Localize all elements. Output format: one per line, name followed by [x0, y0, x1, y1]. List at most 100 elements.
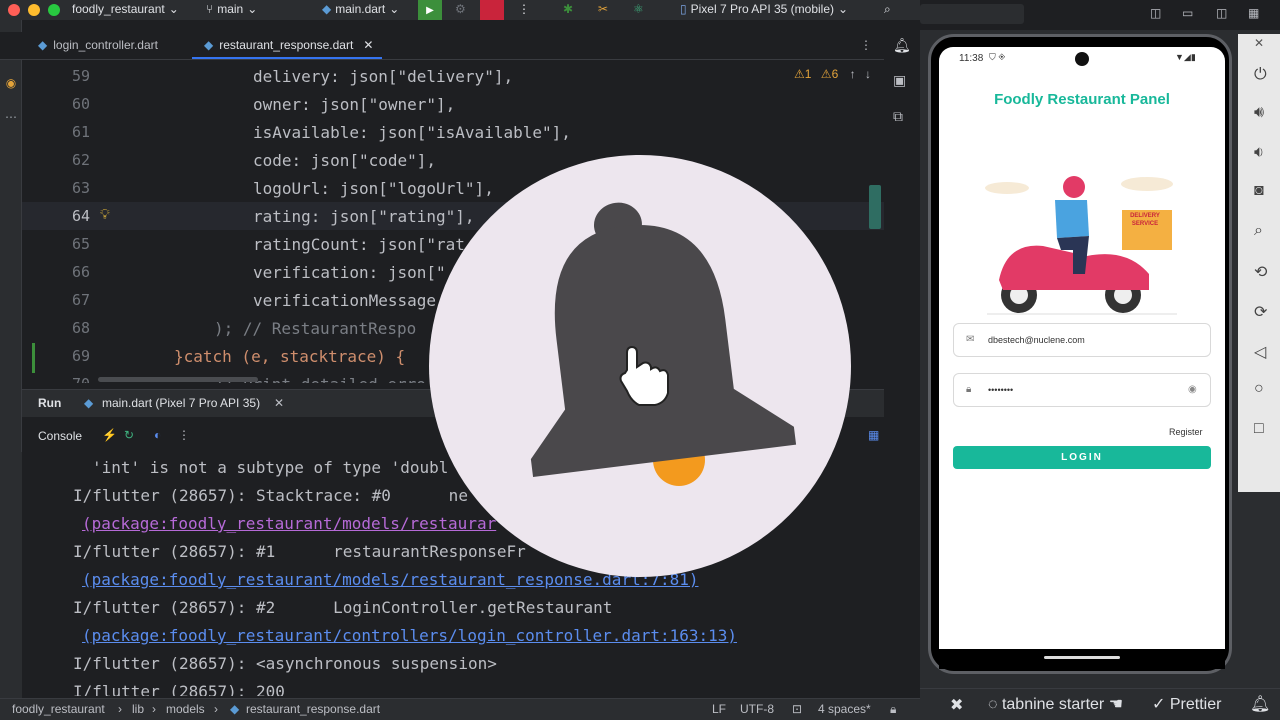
breadcrumb-models[interactable]: models [166, 702, 205, 716]
tab-restaurant-response[interactable]: ◆ restaurant_response.dart ✕ [204, 38, 373, 52]
email-value: dbestech@nuclene.com [988, 335, 1085, 345]
hot-restart-icon[interactable]: ↻ [124, 428, 134, 442]
home-gesture-bar[interactable] [1044, 656, 1120, 659]
lock-icon[interactable]: 🔒︎ [890, 702, 896, 717]
breadcrumb-project[interactable]: foodly_restaurant [12, 702, 105, 716]
minimize-window-button[interactable] [28, 4, 40, 16]
debug-button[interactable]: ⚙ [455, 2, 466, 16]
password-field[interactable]: 🔒︎ •••••••• ◉ [953, 373, 1211, 407]
project-name: foodly_restaurant [72, 2, 165, 16]
console-layout-icon[interactable]: ▦ [868, 428, 879, 442]
console-tab[interactable]: Console [38, 429, 82, 443]
layout-left-icon[interactable]: ◫ [1150, 6, 1161, 20]
next-highlight-icon[interactable]: ↓ [865, 67, 871, 81]
close-tab-icon[interactable]: ✕ [363, 38, 373, 52]
tab-label: login_controller.dart [53, 38, 158, 52]
close-emulator-icon[interactable]: ✕ [1254, 36, 1264, 50]
zoom-window-button[interactable] [48, 4, 60, 16]
rotate-left-icon[interactable]: ⟲ [1254, 262, 1267, 282]
run-button[interactable]: ▶ [418, 0, 442, 20]
more-actions-icon[interactable]: ⋮ [518, 2, 530, 16]
register-link[interactable]: Register [1169, 427, 1203, 437]
device-mirror-icon[interactable]: ⧉ [893, 108, 903, 125]
code-line: ); // RestaurantRespo [214, 319, 417, 338]
stop-button[interactable] [480, 0, 504, 20]
chevron-down-icon: ⌄ [389, 2, 400, 16]
vcs-change-marker [32, 343, 35, 373]
prev-highlight-icon[interactable]: ↑ [850, 67, 856, 81]
device-name: Pixel 7 Pro API 35 (mobile) [690, 2, 835, 16]
window-controls [8, 4, 60, 16]
layout-grid-icon[interactable]: ▦ [1248, 6, 1259, 20]
more-tools-icon[interactable]: ⋯ [3, 110, 19, 124]
box-label: DELIVERY SERVICE [1130, 213, 1160, 227]
run-config-tab[interactable]: main.dart (Pixel 7 Pro API 35) [102, 396, 260, 410]
tools-icon[interactable]: ✂ [598, 2, 608, 16]
scrollbar-thumb[interactable] [869, 185, 881, 229]
eye-icon[interactable]: ◉ [1188, 384, 1197, 395]
volume-up-icon[interactable]: 🔊︎ [1254, 104, 1264, 122]
rotate-right-icon[interactable]: ⟳ [1254, 302, 1267, 322]
console-line: I/flutter (28657): <asynchronous suspens… [73, 654, 497, 673]
email-field[interactable]: ✉ dbestech@nuclene.com [953, 323, 1211, 357]
bug-icon[interactable]: ✱ [563, 2, 573, 16]
flutter-icon: ◆ [322, 2, 332, 16]
cloud [1121, 177, 1173, 191]
commit-icon[interactable]: ◉ [3, 76, 19, 90]
tab-options-icon[interactable]: ⋮ [860, 38, 872, 52]
notifications-icon[interactable]: 🔔︎ [893, 37, 911, 54]
tabnine-status[interactable]: ◌ tabnine starter ☚ [988, 694, 1123, 714]
close-window-button[interactable] [8, 4, 20, 16]
console-more-icon[interactable]: ⋮ [178, 428, 190, 442]
volume-down-icon[interactable]: 🔉︎ [1254, 144, 1264, 162]
back-icon[interactable]: ◁ [1254, 342, 1266, 362]
notification-bell-overlay [429, 155, 851, 577]
console-line: I/flutter (28657): 200 [73, 682, 285, 696]
status-bar: foodly_restaurant › lib › models › ◆ res… [0, 698, 920, 720]
login-button[interactable]: LOGIN [953, 446, 1211, 469]
console-line: I/flutter (28657): Stacktrace: #0 ne [73, 486, 468, 505]
no-ai-icon[interactable]: ✖ [950, 695, 963, 715]
close-run-tab-icon[interactable]: ✕ [274, 396, 284, 410]
phone-frame: 11:38 ⛉ ◈ ▼◢▮ Foodly Restaurant Panel DE… [928, 34, 1232, 674]
breadcrumb-separator: › [118, 702, 122, 716]
readonly-icon[interactable]: ⊡ [792, 702, 802, 716]
atom-icon[interactable]: ⚛ [633, 2, 644, 16]
layout-right-icon[interactable]: ◫ [1216, 6, 1227, 20]
line-number: 64 [71, 207, 90, 225]
bell-icon[interactable]: 🔔︎ [1250, 694, 1270, 714]
overview-icon[interactable]: □ [1254, 420, 1264, 438]
prettier-label: Prettier [1169, 696, 1222, 713]
hot-reload-icon[interactable]: ⚡ [102, 428, 117, 442]
device-selector[interactable]: ▯ Pixel 7 Pro API 35 (mobile) ⌄ [680, 2, 848, 16]
breadcrumb-file[interactable]: restaurant_response.dart [246, 702, 380, 716]
devtools-icon[interactable]: ◐ [154, 428, 161, 442]
chevron-down-icon: ⌄ [838, 2, 849, 16]
camera-icon[interactable]: ◙ [1254, 182, 1264, 200]
tab-login-controller[interactable]: ◆ login_controller.dart [38, 38, 158, 52]
project-selector[interactable]: foodly_restaurant ⌄ [72, 2, 179, 16]
console-link[interactable]: (package:foodly_restaurant/controllers/l… [82, 626, 737, 645]
file-encoding[interactable]: UTF-8 [740, 702, 774, 716]
power-icon[interactable]: ⏻ [1254, 66, 1267, 84]
horizontal-scrollbar[interactable] [98, 377, 258, 382]
dart-file-icon: ◆ [204, 38, 214, 52]
layout-bottom-icon[interactable]: ▭ [1182, 6, 1193, 20]
breadcrumb-lib[interactable]: lib [132, 702, 144, 716]
zoom-icon[interactable]: ⌕ [1254, 222, 1263, 240]
home-icon[interactable]: ○ [1254, 380, 1264, 398]
indent-setting[interactable]: 4 spaces* [818, 702, 871, 716]
run-tab-label[interactable]: Run [38, 396, 61, 410]
line-separator[interactable]: LF [712, 702, 726, 716]
lightbulb-icon[interactable]: 💡︎ [100, 206, 110, 223]
search-icon[interactable]: ⌕ [884, 2, 891, 17]
dart-file-icon: ◆ [84, 396, 94, 410]
branch-selector[interactable]: ⑂ main ⌄ [206, 2, 257, 16]
run-config-selector[interactable]: ◆ main.dart ⌄ [322, 2, 399, 16]
inspection-widget[interactable]: ⚠1 ⚠6 ↑ ↓ [794, 67, 871, 81]
prettier-status[interactable]: ✓ Prettier [1152, 694, 1221, 714]
rider-helmet [1063, 176, 1085, 198]
device-manager-icon[interactable]: ▣ [893, 72, 906, 89]
line-number: 68 [71, 319, 90, 337]
phone-screen[interactable]: 11:38 ⛉ ◈ ▼◢▮ Foodly Restaurant Panel DE… [939, 47, 1225, 649]
